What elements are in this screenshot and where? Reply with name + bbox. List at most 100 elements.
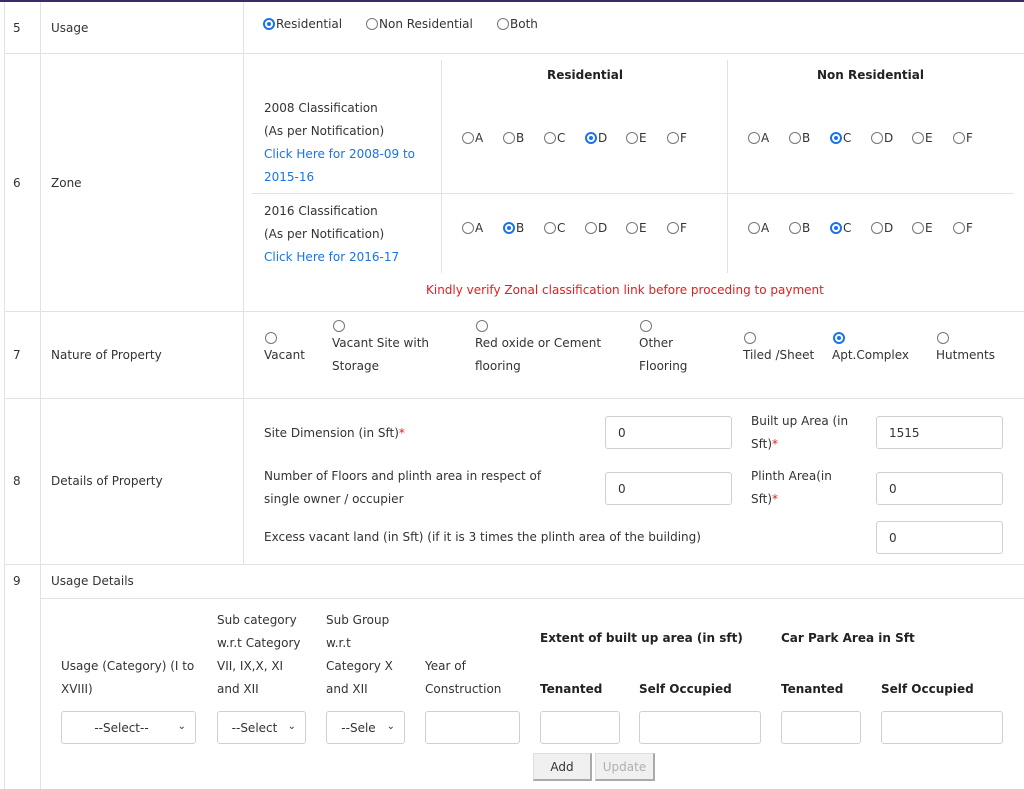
col-extent-header: Extent of built up area (in sft) [540, 631, 743, 645]
zone-2008-non-residential-radio-f[interactable]: F [953, 131, 973, 145]
plinth-area-input[interactable] [876, 472, 1003, 505]
zone-2016-non-residential-radio-c[interactable]: C [830, 221, 851, 235]
required-mark: * [398, 426, 405, 440]
zone-2008-residential-radio-a[interactable]: A [462, 131, 483, 145]
radio-label: D [884, 131, 894, 145]
radio-label: Storage [332, 359, 379, 373]
radio-label: Other [639, 336, 674, 350]
built-up-area-input[interactable] [876, 416, 1003, 449]
col-extent-self-occupied: Self Occupied [639, 682, 732, 696]
radio-icon [366, 18, 378, 30]
zone-2016-residential-radio-a[interactable]: A [462, 221, 483, 235]
link-2008-09-to-2015-16[interactable]: Click Here for 2008-09 to [264, 143, 415, 166]
row-number: 8 [13, 474, 21, 488]
radio-label: B [802, 131, 811, 145]
col-usage-header: XVIII) [61, 682, 93, 696]
year-of-construction-input[interactable] [425, 711, 520, 744]
car-self-occupied-input[interactable] [881, 711, 1003, 744]
col-year-header: Construction [425, 682, 502, 696]
sub-group-select[interactable]: --Sele ⌄ [326, 711, 405, 744]
usage-details-label: Usage Details [51, 574, 134, 588]
built-up-label-line2: Sft)* [751, 437, 779, 451]
zone-2008-non-residential-radio-d[interactable]: D [871, 131, 893, 145]
nature-option-vacant-site-with[interactable]: Vacant Site with Storage [332, 320, 429, 378]
usage-radio-non-residential[interactable]: Non Residential [366, 17, 473, 31]
floors-label-line1: Number of Floors and plinth area in resp… [264, 469, 542, 483]
usage-category-select[interactable]: --Select-- ⌄ [61, 711, 196, 744]
zone-2008-non-residential-radio-a[interactable]: A [748, 131, 769, 145]
extent-tenanted-input[interactable] [540, 711, 620, 744]
col-subcat-header: Sub category [217, 613, 297, 627]
row-divider [4, 311, 1024, 312]
extent-self-occupied-input[interactable] [639, 711, 761, 744]
column-divider [243, 2, 244, 565]
radio-selected-icon [830, 222, 842, 234]
radio-icon [265, 332, 277, 344]
row-divider [40, 598, 1024, 599]
zone-2008-non-residential-radio-e[interactable]: E [912, 131, 933, 145]
radio-icon [789, 222, 801, 234]
col-subgroup-header: w.r.t [326, 636, 351, 650]
built-up-label-line1: Built up Area (in [751, 414, 849, 428]
zone-2008-non-residential-radio-b[interactable]: B [789, 131, 810, 145]
zone-2016-non-residential-radio-e[interactable]: E [912, 221, 933, 235]
zone-2008-residential-radio-c[interactable]: C [544, 131, 565, 145]
nature-option-vacant[interactable]: Vacant [264, 332, 305, 367]
radio-icon [937, 332, 949, 344]
sub-category-select[interactable]: --Select ⌄ [217, 711, 306, 744]
classification-2008-title: 2008 Classification [264, 101, 378, 115]
usage-radio-both[interactable]: Both [497, 17, 538, 31]
update-button[interactable]: Update [595, 753, 655, 781]
zone-2016-non-residential-radio-a[interactable]: A [748, 221, 769, 235]
zone-2008-non-residential-radio-c[interactable]: C [830, 131, 851, 145]
zone-2016-residential-radio-c[interactable]: C [544, 221, 565, 235]
row-divider [4, 564, 1024, 565]
radio-icon [748, 222, 760, 234]
zone-2008-residential-radio-f[interactable]: F [667, 131, 687, 145]
radio-icon [640, 320, 652, 332]
radio-icon [544, 132, 556, 144]
usage-radio-residential[interactable]: Residential [263, 17, 342, 31]
nature-option-apt-complex[interactable]: Apt.Complex [832, 332, 909, 367]
radio-label: E [925, 221, 933, 235]
radio-label: Vacant [264, 348, 305, 362]
nature-option-tiled-sheet[interactable]: Tiled /Sheet [743, 332, 814, 367]
col-subgroup-header: Sub Group [326, 613, 390, 627]
site-dimension-input[interactable] [605, 416, 732, 449]
radio-label: C [557, 131, 566, 145]
zone-2016-non-residential-radio-d[interactable]: D [871, 221, 893, 235]
nature-option-hutments[interactable]: Hutments [936, 332, 995, 367]
radio-icon [744, 332, 756, 344]
col-usage-header: Usage (Category) (I to [61, 659, 195, 673]
add-button[interactable]: Add [533, 753, 592, 781]
row-number: 5 [13, 21, 21, 35]
zone-2016-residential-radio-d[interactable]: D [585, 221, 607, 235]
radio-label: Apt.Complex [832, 348, 909, 362]
radio-label: F [680, 131, 687, 145]
radio-label: D [598, 221, 608, 235]
radio-label: A [475, 131, 484, 145]
zone-2016-non-residential-radio-f[interactable]: F [953, 221, 973, 235]
nature-option-other[interactable]: Other Flooring [639, 320, 687, 378]
zone-2016-non-residential-radio-b[interactable]: B [789, 221, 810, 235]
site-dimension-label: Site Dimension (in Sft)* [264, 426, 405, 440]
zone-2016-residential-radio-e[interactable]: E [626, 221, 647, 235]
floors-input[interactable] [605, 472, 732, 505]
radio-label: Tiled /Sheet [743, 348, 815, 362]
zone-2016-residential-radio-f[interactable]: F [667, 221, 687, 235]
zone-col-residential: Residential [547, 68, 623, 82]
radio-icon [953, 132, 965, 144]
zone-2008-residential-radio-b[interactable]: B [503, 131, 524, 145]
link-2016-17[interactable]: Click Here for 2016-17 [264, 246, 399, 269]
radio-label: A [761, 131, 770, 145]
radio-icon [748, 132, 760, 144]
excess-land-input[interactable] [876, 521, 1003, 554]
zone-2016-residential-radio-b[interactable]: B [503, 221, 524, 235]
car-tenanted-input[interactable] [781, 711, 861, 744]
select-value: --Select-- [94, 720, 149, 735]
zone-2008-residential-radio-e[interactable]: E [626, 131, 647, 145]
link-2008-09-to-2015-16[interactable]: 2015-16 [264, 166, 314, 189]
nature-option-red-oxide-or-cement[interactable]: Red oxide or Cement flooring [475, 320, 601, 378]
zone-2008-residential-radio-d[interactable]: D [585, 131, 607, 145]
zone-divider [727, 60, 728, 273]
